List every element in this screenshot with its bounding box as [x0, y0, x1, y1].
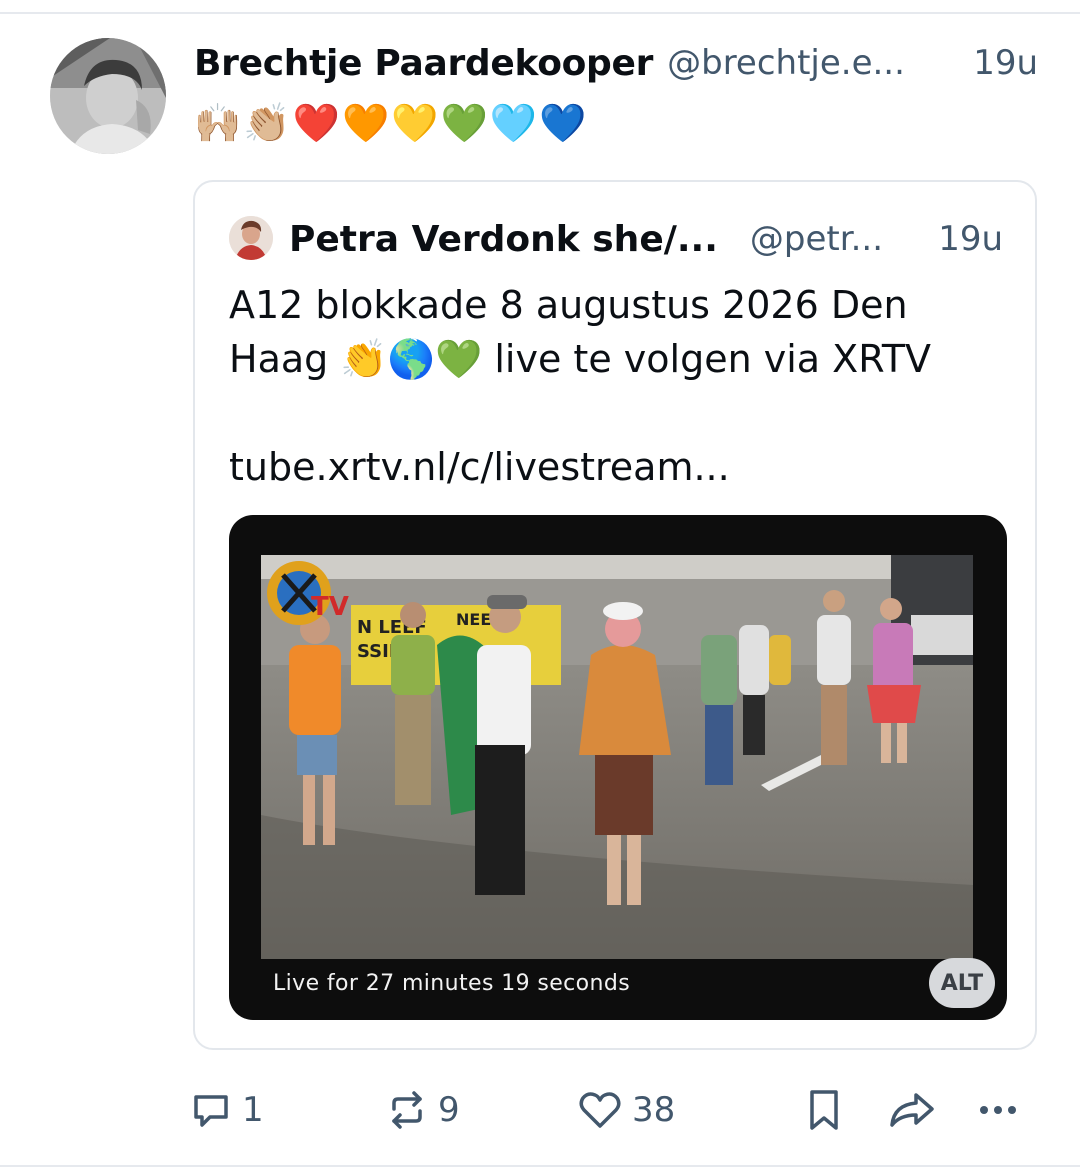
bottom-divider: [0, 1165, 1080, 1167]
video-thumbnail[interactable]: N LEEF SSIE NEE TV: [261, 555, 973, 959]
author-avatar[interactable]: [50, 38, 166, 154]
author-handle[interactable]: @brechtje.e...: [667, 43, 905, 83]
quoted-post-time[interactable]: 19u: [938, 219, 1003, 259]
more-icon: [976, 1089, 1020, 1131]
post-text: 🙌🏼👏🏼❤️🧡💛💚🩵💙: [194, 101, 589, 145]
like-button[interactable]: 38: [578, 1080, 675, 1140]
share-button[interactable]: [888, 1080, 936, 1140]
quoted-author-avatar[interactable]: [229, 216, 273, 260]
reply-icon: [190, 1089, 232, 1131]
post-actions: 1 9 38: [190, 1080, 1040, 1140]
reply-button[interactable]: 1: [190, 1080, 264, 1140]
live-duration-label: Live for 27 minutes 19 seconds: [273, 971, 631, 996]
author-name[interactable]: Brechtje Paardekooper: [194, 43, 653, 84]
heart-icon: [578, 1089, 622, 1131]
video-embed[interactable]: N LEEF SSIE NEE TV Live for 27 minutes 1…: [229, 515, 1007, 1020]
more-options-button[interactable]: [976, 1080, 1020, 1140]
quoted-header: Petra Verdonk she/... @petr... 19u: [289, 214, 1003, 264]
like-count: 38: [632, 1090, 676, 1130]
alt-text-button[interactable]: ALT: [929, 958, 995, 1008]
quoted-post[interactable]: Petra Verdonk she/... @petr... 19u A12 b…: [193, 180, 1037, 1050]
svg-text:TV: TV: [311, 592, 349, 622]
quoted-author-name[interactable]: Petra Verdonk she/...: [289, 219, 718, 260]
share-icon: [888, 1089, 936, 1131]
repost-icon: [386, 1089, 428, 1131]
repost-button[interactable]: 9: [386, 1080, 460, 1140]
quoted-text-body: A12 blokkade 8 augustus 2026 Den Haag 👏🌎…: [229, 283, 932, 381]
bookmark-button[interactable]: [804, 1080, 844, 1140]
quoted-author-handle[interactable]: @petr...: [750, 219, 883, 259]
reply-count: 1: [242, 1090, 264, 1130]
bookmark-icon: [804, 1088, 844, 1132]
post-header: Brechtje Paardekooper @brechtje.e... 19u: [194, 38, 1044, 88]
repost-count: 9: [438, 1090, 460, 1130]
quoted-text: A12 blokkade 8 augustus 2026 Den Haag 👏🌎…: [229, 278, 1009, 494]
top-divider: [0, 12, 1080, 14]
quoted-link[interactable]: tube.xrtv.nl/c/livestream...: [229, 440, 1009, 494]
post-time[interactable]: 19u: [973, 43, 1044, 83]
banner-text-right: NEE: [456, 610, 491, 629]
